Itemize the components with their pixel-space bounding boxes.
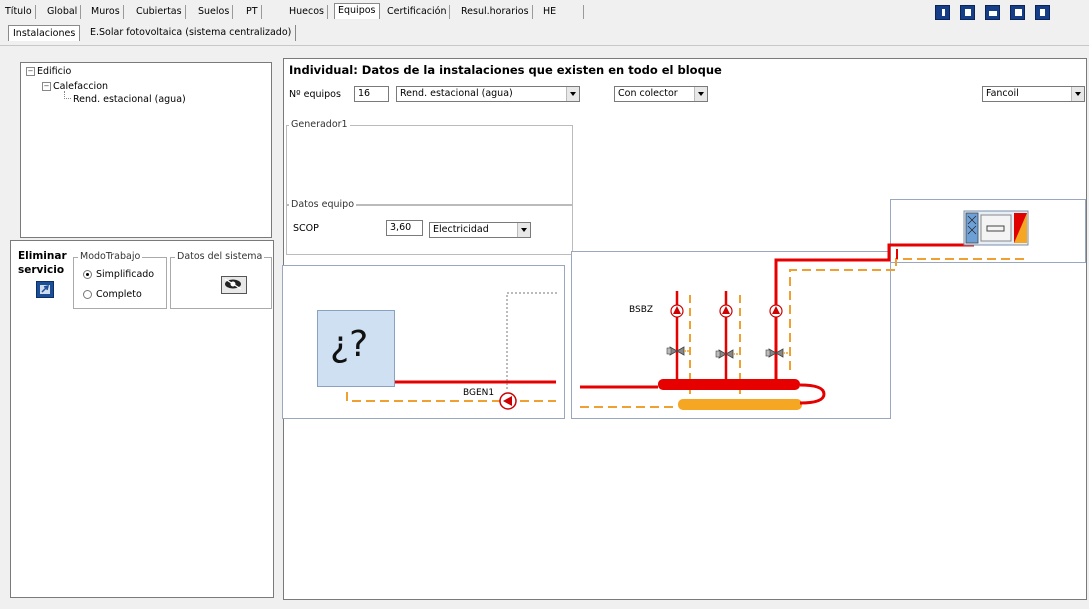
tab-equipos[interactable]: Equipos (334, 3, 380, 19)
tab-global[interactable]: Global (44, 5, 82, 19)
save-icon[interactable] (1010, 5, 1025, 20)
top-tab-strip: Título Global Muros Cubiertas Suelos PT … (0, 0, 1089, 22)
tab-titulo[interactable]: Título (2, 5, 36, 19)
modo-trabajo-group: ModoTrabajo Simplificado Completo (73, 251, 167, 309)
valve-icon (666, 346, 685, 356)
info-icon[interactable] (935, 5, 950, 20)
pump-bsbz-label: BSBZ (629, 305, 654, 315)
servicio-label: servicio (18, 264, 65, 276)
return-pipe (346, 392, 556, 402)
tab-huecos[interactable]: Huecos (286, 5, 328, 19)
left-control-panel: Eliminar servicio ModoTrabajo Simplifica… (10, 240, 274, 598)
tree-node-calefaccion[interactable]: Calefaccion (53, 81, 108, 92)
hydraulic-diagram (346, 210, 1029, 410)
eliminar-label: Eliminar (18, 250, 67, 262)
return-collector (678, 399, 802, 410)
pump-icon (719, 304, 733, 318)
installations-tree[interactable]: − Edificio − Calefaccion Rend. estaciona… (20, 62, 272, 238)
main-panel: Individual: Datos de la instalaciones qu… (282, 58, 1087, 600)
tree-node-rend-estacional[interactable]: Rend. estacional (agua) (73, 94, 186, 105)
distribution-return (789, 258, 1024, 370)
tab-pt[interactable]: PT (243, 5, 262, 19)
tab-suelos[interactable]: Suelos (195, 5, 234, 19)
valve-icon (715, 349, 734, 359)
tab-cubiertas[interactable]: Cubiertas (133, 5, 186, 19)
tab-muros[interactable]: Muros (88, 5, 124, 19)
radio-completo[interactable] (83, 290, 92, 299)
fancoil-icon (963, 210, 1029, 246)
collapse-icon[interactable]: − (42, 82, 51, 91)
tree-node-edificio[interactable]: Edificio (37, 66, 71, 77)
datos-sistema-title: Datos del sistema (175, 251, 265, 262)
tab-he[interactable]: HE (540, 5, 584, 19)
radio-simplificado-label[interactable]: Simplificado (96, 269, 154, 280)
datos-sistema-group: Datos del sistema (170, 251, 272, 309)
subtab-instalaciones[interactable]: Instalaciones (8, 25, 81, 41)
distribution-supply (774, 243, 974, 381)
subtab-solar-fotovoltaica[interactable]: E.Solar fotovoltaica (sistema centraliza… (86, 25, 297, 41)
sub-tab-strip: Instalaciones E.Solar fotovoltaica (sist… (0, 22, 1089, 44)
document-icon[interactable] (960, 5, 975, 20)
tree-connector (64, 91, 71, 99)
modo-trabajo-title: ModoTrabajo (78, 251, 143, 262)
delete-service-button[interactable] (36, 281, 54, 298)
pump-bgen1-label: BGEN1 (463, 388, 495, 398)
delete-service-icon (40, 284, 50, 294)
control-line (506, 292, 559, 389)
divider (0, 45, 1089, 46)
supply-collector (658, 379, 800, 390)
tab-certificacion[interactable]: Certificación (384, 5, 451, 19)
system-data-button[interactable] (221, 276, 247, 294)
eye-icon (224, 278, 242, 290)
radio-completo-label[interactable]: Completo (96, 289, 142, 300)
pump-bgen1-icon (499, 392, 517, 410)
pump-bsbz-icon (670, 304, 684, 318)
export-icon[interactable] (1035, 5, 1050, 20)
tab-resul-horarios[interactable]: Resul.horarios (458, 5, 533, 19)
radio-simplificado[interactable] (83, 270, 92, 279)
pump-icon (769, 304, 783, 318)
collapse-icon[interactable]: − (26, 67, 35, 76)
folder-icon[interactable] (985, 5, 1000, 20)
